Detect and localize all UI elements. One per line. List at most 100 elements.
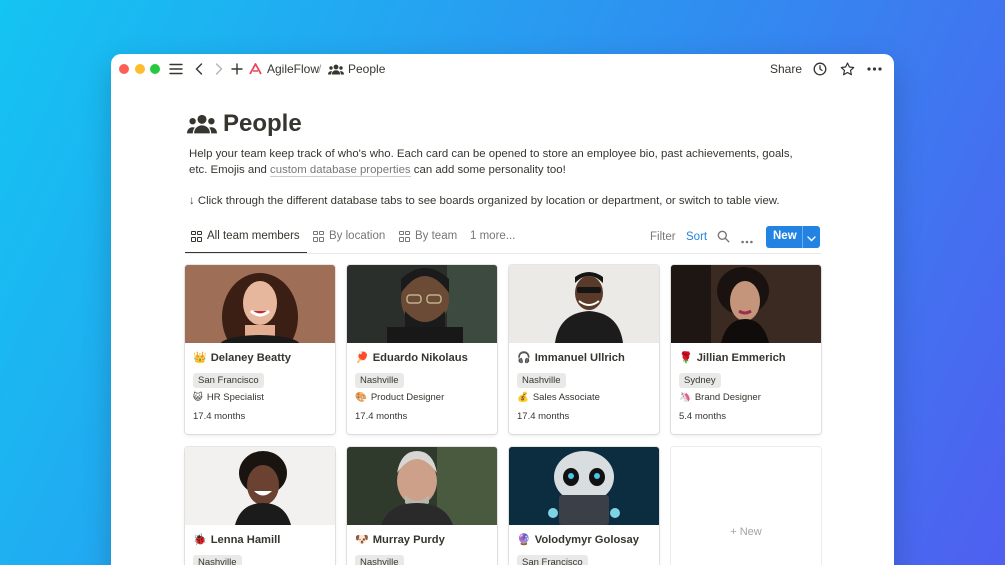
person-card[interactable]: 🐞 Lenna Hamill Nashville bbox=[185, 447, 335, 565]
location-tag: Nashville bbox=[355, 555, 404, 565]
person-name: 🐶 Murray Purdy bbox=[355, 533, 445, 547]
page-description: Help your team keep track of who's who. … bbox=[189, 146, 809, 178]
search-icon[interactable] bbox=[717, 230, 730, 246]
board-view-icon bbox=[313, 230, 324, 242]
person-name-text: Immanuel Ullrich bbox=[534, 351, 625, 364]
tab-all-team-members[interactable]: All team members bbox=[191, 230, 300, 242]
location-tag: Nashville bbox=[355, 373, 404, 388]
board-view-icon bbox=[399, 230, 410, 242]
unicorn-emoji-icon: 🦄 bbox=[679, 392, 691, 403]
maximize-window-button[interactable] bbox=[150, 64, 160, 74]
role-field: 🎨 Product Designer bbox=[355, 392, 444, 403]
person-name: 🐞 Lenna Hamill bbox=[193, 533, 281, 547]
person-name-text: Eduardo Nikolaus bbox=[372, 351, 468, 364]
person-name: 🌹 Jillian Emmerich bbox=[679, 351, 786, 365]
close-window-button[interactable] bbox=[119, 64, 129, 74]
person-name-text: Murray Purdy bbox=[372, 533, 445, 546]
person-card[interactable]: 🔮 Volodymyr Golosay San Francisco bbox=[509, 447, 659, 565]
tab-by-location[interactable]: By location bbox=[313, 230, 385, 242]
description-text-end: can add some personality too! bbox=[410, 164, 566, 176]
breadcrumb-page[interactable]: People bbox=[348, 62, 385, 76]
tenure-text: 5.4 months bbox=[679, 411, 726, 422]
share-button[interactable]: Share bbox=[770, 62, 802, 76]
cat-emoji-icon: 😺 bbox=[193, 392, 203, 403]
person-name: 👑 Delaney Beatty bbox=[193, 351, 291, 365]
ladybug-emoji-icon: 🐞 bbox=[193, 534, 207, 546]
money-bag-emoji-icon: 💰 bbox=[517, 392, 529, 403]
ping-pong-emoji-icon: 🏓 bbox=[355, 352, 369, 364]
role-field: 😺 HR Specialist bbox=[193, 392, 264, 403]
people-icon bbox=[327, 60, 344, 78]
chevron-down-icon[interactable] bbox=[807, 233, 816, 245]
person-card[interactable]: 🎧 Immanuel Ullrich Nashville 💰 Sales Assoc… bbox=[509, 265, 659, 434]
man-glasses-photo bbox=[347, 265, 497, 343]
tab-label: By location bbox=[329, 230, 386, 242]
tabs-divider bbox=[185, 253, 821, 254]
favorite-star-icon[interactable] bbox=[839, 60, 855, 78]
menu-icon[interactable] bbox=[168, 60, 184, 78]
person-card[interactable]: 🏓 Eduardo Nikolaus Nashville 🎨 Product Des… bbox=[347, 265, 497, 434]
person-card[interactable]: 🌹 Jillian Emmerich Sydney 🦄 Brand Designer… bbox=[671, 265, 821, 434]
new-card-label: + New bbox=[730, 526, 762, 538]
tenure-text: 17.4 months bbox=[355, 411, 408, 422]
location-tag: San Francisco bbox=[193, 373, 264, 388]
rose-emoji-icon: 🌹 bbox=[679, 352, 693, 364]
history-clock-icon[interactable] bbox=[812, 60, 828, 78]
dog-emoji-icon: 🐶 bbox=[355, 534, 369, 546]
breadcrumb-separator: / bbox=[318, 62, 322, 76]
role-field: 💰 Sales Associate bbox=[517, 392, 600, 403]
more-options-icon[interactable] bbox=[866, 60, 882, 78]
page-title: People bbox=[223, 110, 302, 137]
woman-laughing-photo bbox=[185, 447, 335, 525]
forward-arrow-icon[interactable] bbox=[213, 60, 225, 78]
filter-button[interactable]: Filter bbox=[650, 231, 676, 243]
headphones-emoji-icon: 🎧 bbox=[517, 352, 531, 364]
board-view-icon bbox=[191, 230, 202, 242]
app-window: AgileFlow / People Share People Help you… bbox=[111, 54, 894, 565]
back-arrow-icon[interactable] bbox=[193, 60, 205, 78]
tenure-text: 17.4 months bbox=[517, 411, 570, 422]
person-card[interactable]: 👑 Delaney Beatty San Francisco 😺 HR Specia… bbox=[185, 265, 335, 434]
person-name: 🔮 Volodymyr Golosay bbox=[517, 533, 639, 547]
new-record-button[interactable]: New bbox=[766, 226, 820, 248]
tab-label: By team bbox=[415, 230, 458, 242]
location-tag: San Francisco bbox=[517, 555, 588, 565]
person-name-text: Lenna Hamill bbox=[210, 533, 281, 546]
tenure-text: 17.4 months bbox=[193, 411, 246, 422]
add-page-icon[interactable] bbox=[230, 60, 244, 78]
view-options-icon[interactable] bbox=[741, 235, 753, 247]
sort-button[interactable]: Sort bbox=[686, 231, 707, 243]
page-instruction: ↓ Click through the different database t… bbox=[189, 195, 780, 207]
crystal-ball-emoji-icon: 🔮 bbox=[517, 534, 531, 546]
location-tag: Sydney bbox=[679, 373, 721, 388]
button-divider bbox=[802, 226, 803, 248]
location-tag: Nashville bbox=[193, 555, 242, 565]
new-card-button[interactable]: + New bbox=[671, 447, 821, 565]
database-view-tabs: All team members By location By team 1 m… bbox=[185, 226, 821, 254]
man-sunglasses-photo bbox=[509, 265, 659, 343]
location-tag: Nashville bbox=[517, 373, 566, 388]
person-card[interactable]: 🐶 Murray Purdy Nashville bbox=[347, 447, 497, 565]
person-name-text: Volodymyr Golosay bbox=[534, 533, 639, 546]
tab-label: 1 more... bbox=[470, 230, 516, 242]
minimize-window-button[interactable] bbox=[135, 64, 145, 74]
role-field: 🦄 Brand Designer bbox=[679, 392, 761, 403]
man-gray-hair-photo bbox=[347, 447, 497, 525]
crown-emoji-icon: 👑 bbox=[193, 352, 207, 364]
page-people-icon bbox=[187, 113, 217, 137]
breadcrumb-workspace[interactable]: AgileFlow bbox=[267, 62, 319, 76]
agileflow-logo-icon bbox=[248, 60, 262, 78]
new-button-label: New bbox=[773, 230, 797, 242]
tab-label: All team members bbox=[207, 230, 300, 242]
tab-by-team[interactable]: By team bbox=[399, 230, 457, 242]
alien-laptop-photo bbox=[509, 447, 659, 525]
palette-emoji-icon: 🎨 bbox=[355, 392, 367, 403]
role-text: Brand Designer bbox=[694, 392, 761, 403]
custom-properties-link[interactable]: custom database properties bbox=[270, 164, 411, 177]
woman-smiling-photo bbox=[185, 265, 335, 343]
top-bar: AgileFlow / People Share bbox=[111, 54, 894, 84]
role-text: Product Designer bbox=[370, 392, 445, 403]
person-name-text: Jillian Emmerich bbox=[696, 351, 786, 364]
role-text: Sales Associate bbox=[532, 392, 600, 403]
tab-more[interactable]: 1 more... bbox=[470, 230, 515, 242]
